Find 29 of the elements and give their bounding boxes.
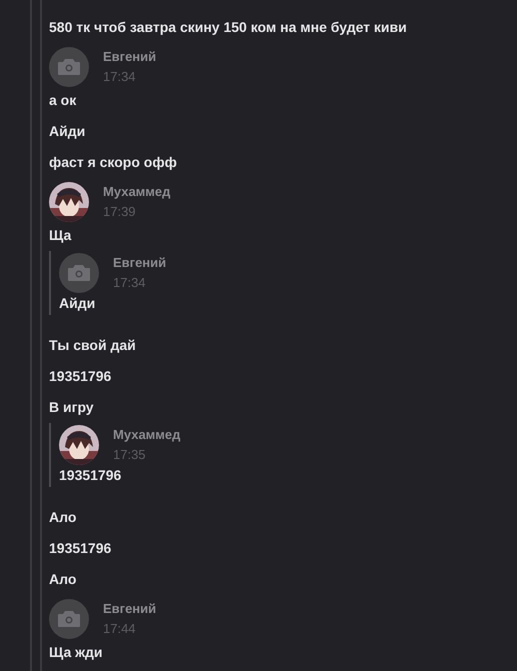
message-text: Айди bbox=[59, 294, 96, 313]
author-name[interactable]: Евгений bbox=[103, 49, 156, 65]
message-text: 580 тк чтоб завтра скину 150 ком на мне будет киви bbox=[49, 18, 407, 37]
message-text: 19351796 bbox=[49, 367, 112, 386]
author-name[interactable]: Мухаммед bbox=[103, 184, 170, 200]
author-name[interactable]: Мухаммед bbox=[113, 427, 180, 443]
message-text: Ало bbox=[49, 508, 76, 527]
author-name[interactable]: Евгений bbox=[103, 601, 156, 617]
camera-icon bbox=[58, 59, 80, 75]
message-text: 19351796 bbox=[49, 539, 112, 558]
message-text: фаст я скоро офф bbox=[49, 153, 177, 172]
message-time: 17:34 bbox=[113, 275, 147, 291]
author-name[interactable]: Евгений bbox=[113, 255, 166, 271]
message-text: Ща жди bbox=[49, 643, 103, 662]
message-time: 17:35 bbox=[113, 447, 147, 463]
message-text: 19351796 bbox=[59, 466, 122, 484]
camera-icon bbox=[58, 611, 80, 627]
message-text: Ща bbox=[49, 226, 72, 245]
message-text: Айди bbox=[49, 122, 86, 141]
message-time: 17:44 bbox=[103, 621, 137, 637]
message-text: а ок bbox=[49, 91, 76, 110]
message-text: В игру bbox=[49, 398, 94, 417]
quoted-message[interactable]: Евгений 17:34 Айди bbox=[49, 251, 517, 315]
camera-icon bbox=[68, 265, 90, 281]
quoted-message[interactable]: Мухаммед 17:35 19351796 bbox=[49, 423, 517, 487]
message-text: Ты свой дай bbox=[49, 336, 136, 355]
message-time: 17:34 bbox=[103, 69, 137, 85]
message-time: 17:39 bbox=[103, 204, 137, 220]
message-text: Ало bbox=[49, 570, 76, 589]
